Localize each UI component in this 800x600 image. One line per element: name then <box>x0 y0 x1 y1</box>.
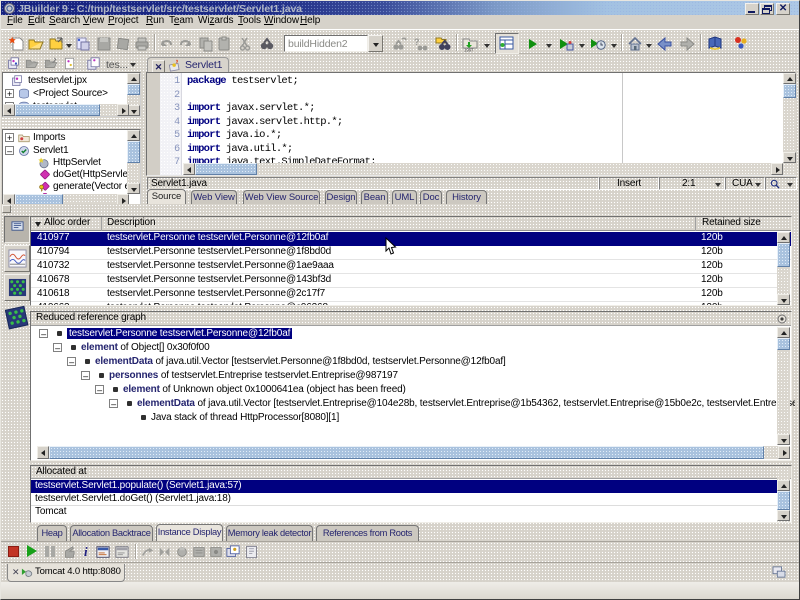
svg-text:?: ? <box>414 37 419 47</box>
svg-text:1997: 1997 <box>464 48 474 53</box>
